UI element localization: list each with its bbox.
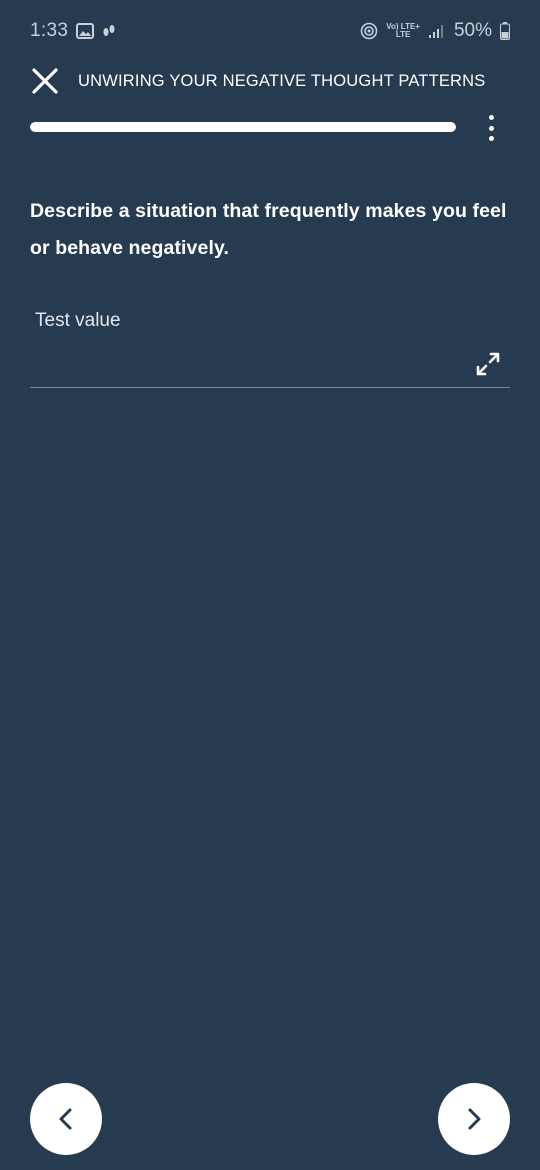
expand-icon xyxy=(476,352,500,376)
close-icon xyxy=(32,68,58,94)
question-text: Describe a situation that frequently mak… xyxy=(30,200,507,259)
page-title: UNWIRING YOUR NEGATIVE THOUGHT PATTERNS xyxy=(78,72,486,90)
answer-field[interactable]: Test value xyxy=(30,300,510,388)
progress-bar xyxy=(30,122,456,132)
chevron-right-icon xyxy=(468,1108,481,1130)
more-vertical-icon xyxy=(488,115,494,141)
progress-fill xyxy=(30,122,456,132)
expand-button[interactable] xyxy=(474,350,502,378)
battery-icon xyxy=(500,22,510,40)
lte-label-bottom: LTE xyxy=(395,30,411,39)
close-button[interactable] xyxy=(30,66,60,96)
more-options-button[interactable] xyxy=(478,112,504,144)
signal-icon xyxy=(428,23,446,39)
battery-percent: 50% xyxy=(453,20,492,41)
previous-button[interactable] xyxy=(30,1083,102,1155)
chevron-left-icon xyxy=(59,1108,72,1130)
status-bar-right: Vo) LTE+ LTE 50% xyxy=(360,20,510,42)
screen: 1:33 Vo) LTE+ LTE 50% UNWIRING YOUR NEGA… xyxy=(0,0,540,1170)
header: UNWIRING YOUR NEGATIVE THOUGHT PATTERNS xyxy=(0,62,540,102)
gallery-icon xyxy=(76,23,95,39)
status-bar: 1:33 Vo) LTE+ LTE 50% xyxy=(0,0,540,62)
answer-value[interactable]: Test value xyxy=(35,310,121,332)
status-bar-left: 1:33 xyxy=(30,20,116,42)
status-time: 1:33 xyxy=(30,20,69,41)
volte-icon: Vo) LTE+ LTE xyxy=(386,23,420,39)
step-counter-icon xyxy=(102,23,116,39)
next-button[interactable] xyxy=(438,1083,510,1155)
hotspot-icon xyxy=(360,22,378,40)
